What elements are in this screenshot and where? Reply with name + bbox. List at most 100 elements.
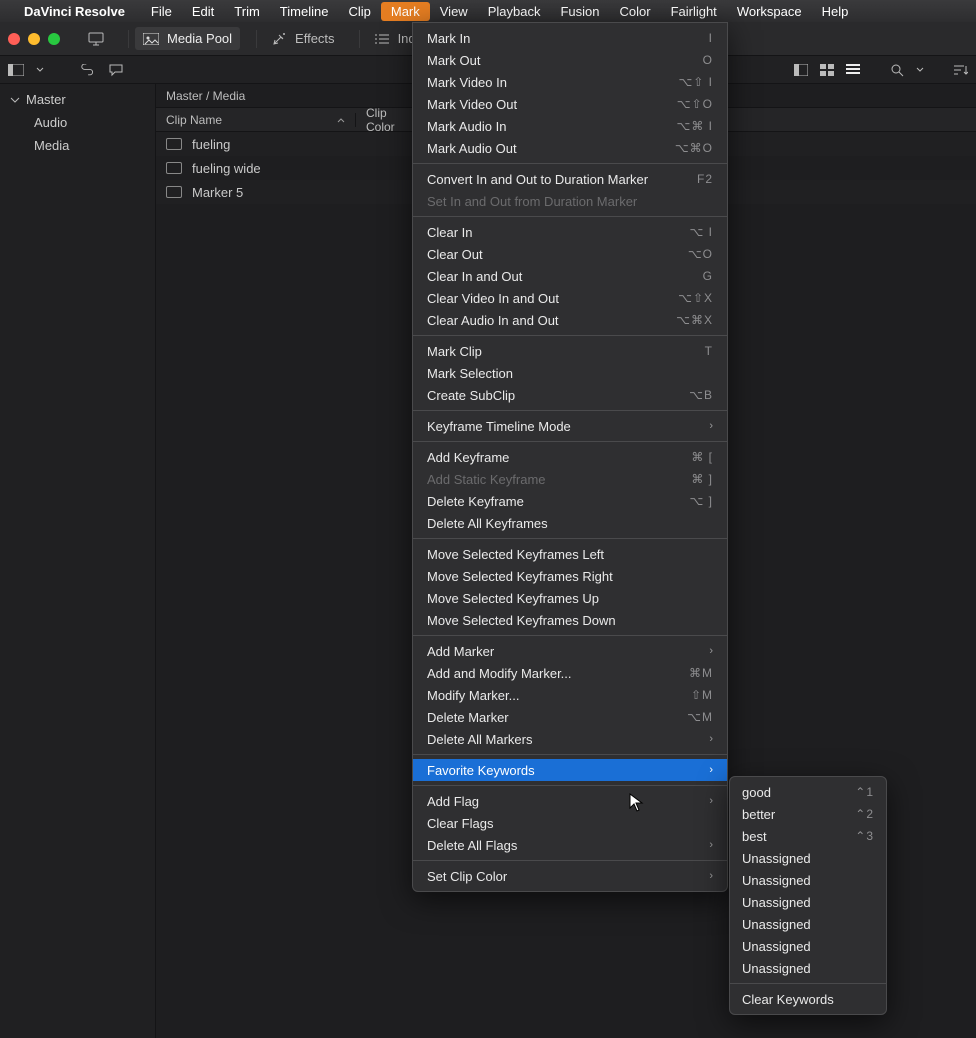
menu-item-add-keyframe[interactable]: Add Keyframe⌘ [	[413, 446, 727, 468]
menu-item-label: Favorite Keywords	[427, 763, 535, 778]
menu-item-clear-out[interactable]: Clear Out⌥O	[413, 243, 727, 265]
sort-icon[interactable]	[954, 64, 968, 76]
clip-icon	[166, 186, 182, 198]
menu-item-label: Mark Video Out	[427, 97, 517, 112]
effects-button[interactable]: Effects	[263, 27, 343, 51]
menu-item-delete-marker[interactable]: Delete Marker⌥M	[413, 706, 727, 728]
menu-shortcut: ⌥⌘X	[676, 313, 713, 327]
menu-item-label: Clear Flags	[427, 816, 493, 831]
bin-item-audio[interactable]: Audio	[0, 111, 155, 134]
menu-item-clear-audio-in-and-out[interactable]: Clear Audio In and Out⌥⌘X	[413, 309, 727, 331]
app-name[interactable]: DaVinci Resolve	[24, 4, 125, 19]
menu-shortcut: T	[705, 344, 713, 358]
menu-item-delete-all-markers[interactable]: Delete All Markers›	[413, 728, 727, 750]
menu-item-delete-keyframe[interactable]: Delete Keyframe⌥ ]	[413, 490, 727, 512]
menu-workspace[interactable]: Workspace	[727, 2, 812, 21]
view-grid-icon[interactable]	[820, 64, 834, 76]
menu-item-clear-video-in-and-out[interactable]: Clear Video In and Out⌥⇧X	[413, 287, 727, 309]
menu-item-label: Clear Keywords	[742, 992, 834, 1007]
media-pool-button[interactable]: Media Pool	[135, 27, 240, 50]
search-chevron-icon[interactable]	[916, 66, 924, 74]
menu-item-unassigned[interactable]: Unassigned	[730, 847, 886, 869]
menu-item-good[interactable]: good⌃1	[730, 781, 886, 803]
panel-layout-icon[interactable]	[8, 64, 24, 76]
menu-item-modify-marker[interactable]: Modify Marker...⇧M	[413, 684, 727, 706]
menu-separator	[413, 410, 727, 411]
menu-item-mark-clip[interactable]: Mark ClipT	[413, 340, 727, 362]
menu-item-better[interactable]: better ⌃2	[730, 803, 886, 825]
menu-mark[interactable]: Mark	[381, 2, 430, 21]
menu-shortcut: ⌥⇧ I	[678, 75, 713, 89]
menu-separator	[413, 216, 727, 217]
menu-item-create-subclip[interactable]: Create SubClip⌥B	[413, 384, 727, 406]
menu-shortcut: ⌃2	[855, 807, 874, 821]
panel-chevron-icon[interactable]	[36, 66, 44, 74]
menu-item-move-selected-keyframes-left[interactable]: Move Selected Keyframes Left	[413, 543, 727, 565]
menu-item-move-selected-keyframes-up[interactable]: Move Selected Keyframes Up	[413, 587, 727, 609]
menu-item-unassigned[interactable]: Unassigned	[730, 957, 886, 979]
menu-item-mark-selection[interactable]: Mark Selection	[413, 362, 727, 384]
presentation-icon[interactable]	[80, 28, 112, 50]
menu-item-clear-keywords[interactable]: Clear Keywords	[730, 988, 886, 1010]
menu-color[interactable]: Color	[609, 2, 660, 21]
column-clip-color[interactable]: Clip Color	[356, 106, 416, 134]
menu-item-mark-out[interactable]: Mark OutO	[413, 49, 727, 71]
bin-item-media[interactable]: Media	[0, 134, 155, 157]
menu-view[interactable]: View	[430, 2, 478, 21]
search-icon[interactable]	[890, 63, 904, 77]
zoom-window-button[interactable]	[48, 33, 60, 45]
menu-timeline[interactable]: Timeline	[270, 2, 339, 21]
menu-shortcut: G	[703, 269, 713, 283]
menu-trim[interactable]: Trim	[224, 2, 270, 21]
bin-root-master[interactable]: Master	[0, 88, 155, 111]
menu-item-unassigned[interactable]: Unassigned	[730, 913, 886, 935]
view-list-icon[interactable]	[846, 64, 860, 76]
chevron-right-icon: ›	[709, 764, 713, 776]
menu-item-delete-all-flags[interactable]: Delete All Flags›	[413, 834, 727, 856]
menu-item-unassigned[interactable]: Unassigned	[730, 935, 886, 957]
menu-shortcut: I	[709, 31, 713, 45]
menu-item-clear-in-and-out[interactable]: Clear In and OutG	[413, 265, 727, 287]
menu-item-unassigned[interactable]: Unassigned	[730, 891, 886, 913]
menu-item-convert-in-and-out-to-duration-marker[interactable]: Convert In and Out to Duration MarkerF2	[413, 168, 727, 190]
menu-fairlight[interactable]: Fairlight	[661, 2, 727, 21]
chevron-right-icon: ›	[709, 870, 713, 882]
menu-edit[interactable]: Edit	[182, 2, 224, 21]
menu-playback[interactable]: Playback	[478, 2, 551, 21]
menu-item-label: best	[742, 829, 767, 844]
menu-item-move-selected-keyframes-right[interactable]: Move Selected Keyframes Right	[413, 565, 727, 587]
menu-item-label: Keyframe Timeline Mode	[427, 419, 571, 434]
menu-item-mark-audio-in[interactable]: Mark Audio In⌥⌘ I	[413, 115, 727, 137]
menu-item-add-marker[interactable]: Add Marker›	[413, 640, 727, 662]
column-clip-name[interactable]: Clip Name	[156, 113, 356, 127]
menu-clip[interactable]: Clip	[338, 2, 380, 21]
menu-item-mark-video-out[interactable]: Mark Video Out⌥⇧O	[413, 93, 727, 115]
chevron-right-icon: ›	[709, 645, 713, 657]
menu-item-add-and-modify-marker[interactable]: Add and Modify Marker...⌘M	[413, 662, 727, 684]
chat-icon[interactable]	[108, 63, 124, 77]
menu-item-clear-flags[interactable]: Clear Flags	[413, 812, 727, 834]
menu-item-delete-all-keyframes[interactable]: Delete All Keyframes	[413, 512, 727, 534]
menu-shortcut: ⌥ I	[690, 225, 714, 239]
menu-item-mark-audio-out[interactable]: Mark Audio Out⌥⌘O	[413, 137, 727, 159]
menu-item-label: Clear Video In and Out	[427, 291, 559, 306]
menu-item-label: better	[742, 807, 775, 822]
menu-item-favorite-keywords[interactable]: Favorite Keywords ›	[413, 759, 727, 781]
menu-item-mark-video-in[interactable]: Mark Video In⌥⇧ I	[413, 71, 727, 93]
view-card-icon[interactable]	[794, 64, 808, 76]
menu-item-best[interactable]: best⌃3	[730, 825, 886, 847]
menu-item-add-flag[interactable]: Add Flag›	[413, 790, 727, 812]
menu-item-keyframe-timeline-mode[interactable]: Keyframe Timeline Mode›	[413, 415, 727, 437]
link-icon[interactable]	[80, 64, 96, 76]
menu-item-mark-in[interactable]: Mark InI	[413, 27, 727, 49]
minimize-window-button[interactable]	[28, 33, 40, 45]
close-window-button[interactable]	[8, 33, 20, 45]
clip-icon	[166, 138, 182, 150]
menu-item-clear-in[interactable]: Clear In⌥ I	[413, 221, 727, 243]
menu-item-unassigned[interactable]: Unassigned	[730, 869, 886, 891]
menu-help[interactable]: Help	[812, 2, 859, 21]
menu-item-move-selected-keyframes-down[interactable]: Move Selected Keyframes Down	[413, 609, 727, 631]
menu-item-set-clip-color[interactable]: Set Clip Color›	[413, 865, 727, 887]
menu-fusion[interactable]: Fusion	[550, 2, 609, 21]
menu-file[interactable]: File	[141, 2, 182, 21]
